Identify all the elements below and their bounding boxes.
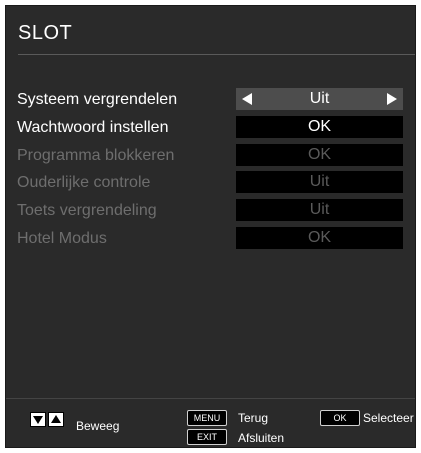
down-key-icon [30,412,46,427]
row-label-system-lock: Systeem vergrendelen [17,91,178,108]
row-label-parental-control: Ouderlijke controle [17,174,151,191]
arrow-right-icon[interactable] [387,93,397,105]
row-value-system-lock[interactable]: Uit [236,88,403,110]
exit-key: EXIT [187,429,227,445]
row-label-block-program: Programma blokkeren [17,147,175,164]
ok-key: OK [320,410,360,426]
row-value-set-password[interactable]: OK [236,116,403,138]
row-value-hotel-mode: OK [236,227,403,249]
row-label-key-lock: Toets vergrendeling [17,202,157,219]
row-label-hotel-mode: Hotel Modus [17,230,107,247]
move-hint: Beweeg [76,419,120,433]
back-hint: Terug [238,411,269,425]
row-value-parental-control: Uit [236,171,403,193]
footer-divider [6,398,415,399]
exit-hint: Afsluiten [238,431,285,445]
row-value-text: Uit [309,90,330,107]
up-key-icon [48,412,64,427]
menu-key: MENU [187,410,227,426]
row-value-block-program: OK [236,144,403,166]
arrow-left-icon[interactable] [242,93,252,105]
menu-title: SLOT [18,22,73,44]
select-hint: Selecteer [363,411,414,425]
row-label-set-password: Wachtwoord instellen [17,119,169,136]
row-value-key-lock: Uit [236,199,403,221]
lock-menu-panel: SLOT Systeem vergrendelen Uit Wachtwoord… [5,5,416,448]
title-divider [18,54,415,55]
